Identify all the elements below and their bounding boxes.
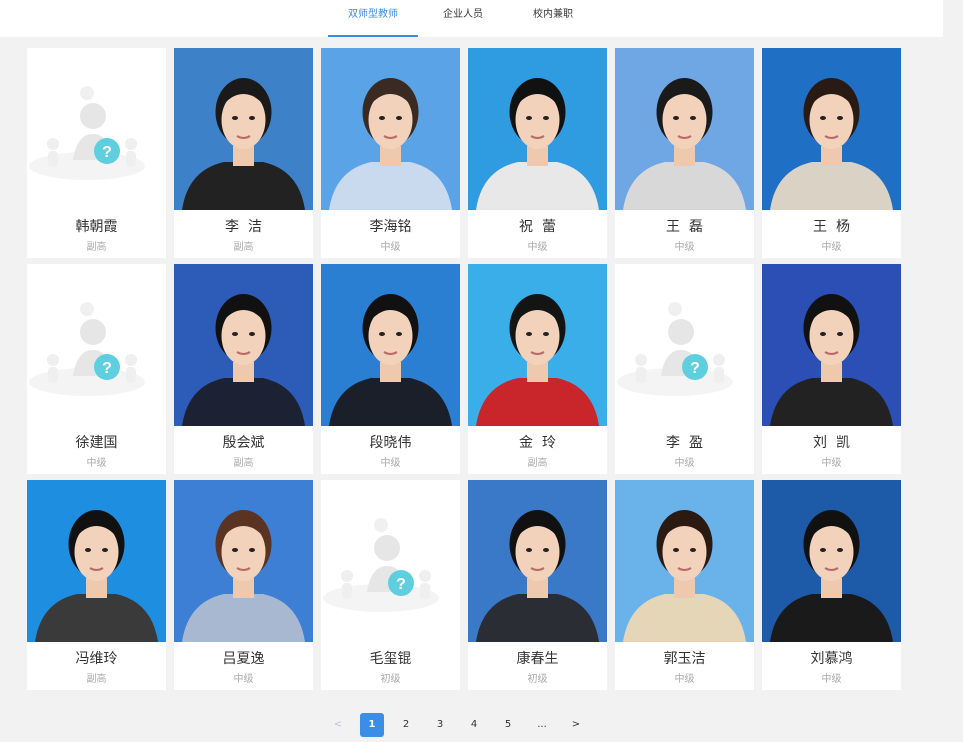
teacher-title-level: 副高 xyxy=(233,458,254,469)
teacher-card[interactable]: 段晓伟 中级 xyxy=(321,264,460,474)
page-2-button[interactable]: 2 xyxy=(394,713,418,737)
teacher-card[interactable]: 吕夏逸 中级 xyxy=(174,480,313,690)
teacher-card[interactable]: 金 玲副高 xyxy=(468,264,607,474)
teacher-name: 金 玲 xyxy=(519,435,556,451)
teacher-title-level: 中级 xyxy=(527,242,548,253)
teacher-photo xyxy=(615,480,754,642)
more-pages-ellipsis[interactable]: ... xyxy=(530,713,554,737)
teacher-title-level: 中级 xyxy=(821,458,842,469)
teacher-photo xyxy=(615,48,754,210)
teacher-title-level: 中级 xyxy=(821,674,842,685)
teacher-name: 殷会斌 xyxy=(222,435,265,451)
teacher-name: 康春生 xyxy=(516,651,559,667)
page-4-button[interactable]: 4 xyxy=(462,713,486,737)
teacher-name: 韩朝霞 xyxy=(75,219,118,235)
category-tab-bar: 双师型教师 企业人员 校内兼职 xyxy=(0,0,943,37)
teacher-photo xyxy=(174,48,313,210)
teacher-photo xyxy=(174,480,313,642)
teacher-card[interactable]: 祝 蕾中级 xyxy=(468,48,607,258)
teacher-title-level: 副高 xyxy=(86,674,107,685)
teacher-title-level: 副高 xyxy=(233,242,254,253)
teacher-name: 王 杨 xyxy=(813,219,850,235)
teacher-card[interactable]: 王 磊中级 xyxy=(615,48,754,258)
teacher-title-level: 中级 xyxy=(674,458,695,469)
teacher-name: 吕夏逸 xyxy=(222,651,265,667)
teacher-photo xyxy=(468,48,607,210)
teacher-photo xyxy=(762,480,901,642)
page-5-button[interactable]: 5 xyxy=(496,713,520,737)
teacher-name: 李海铭 xyxy=(369,219,412,235)
teacher-photo xyxy=(321,48,460,210)
teacher-name: 李 洁 xyxy=(225,219,262,235)
teacher-card[interactable]: 刘慕鸿 中级 xyxy=(762,480,901,690)
teacher-name: 祝 蕾 xyxy=(519,219,556,235)
teacher-photo xyxy=(762,48,901,210)
teacher-title-level: 初级 xyxy=(380,674,401,685)
tab-dual-qualified-teachers[interactable]: 双师型教师 xyxy=(328,0,418,37)
tab-on-campus-part-time[interactable]: 校内兼职 xyxy=(508,0,598,37)
placeholder-avatar-icon: ? xyxy=(27,48,166,210)
svg-text:?: ? xyxy=(396,576,406,593)
teacher-card[interactable]: 刘 凯中级 xyxy=(762,264,901,474)
teacher-card[interactable]: ? 毛玺锟初级 xyxy=(321,480,460,690)
teacher-name: 刘 凯 xyxy=(813,435,850,451)
placeholder-avatar-icon: ? xyxy=(27,264,166,426)
svg-text:?: ? xyxy=(690,360,700,377)
teacher-card[interactable]: 冯维玲 副高 xyxy=(27,480,166,690)
teacher-name: 李 盈 xyxy=(666,435,703,451)
teacher-title-level: 中级 xyxy=(380,242,401,253)
teacher-card[interactable]: 康春生 初级 xyxy=(468,480,607,690)
teacher-name: 毛玺锟 xyxy=(369,651,412,667)
teacher-card[interactable]: 王 杨中级 xyxy=(762,48,901,258)
prev-page-button[interactable]: < xyxy=(326,713,350,737)
teacher-title-level: 中级 xyxy=(674,674,695,685)
teacher-title-level: 中级 xyxy=(380,458,401,469)
teacher-title-level: 初级 xyxy=(527,674,548,685)
teacher-title-level: 中级 xyxy=(674,242,695,253)
tab-enterprise-staff[interactable]: 企业人员 xyxy=(418,0,508,37)
teacher-photo xyxy=(27,480,166,642)
svg-text:?: ? xyxy=(102,144,112,161)
teacher-card[interactable]: ? 徐建国中级 xyxy=(27,264,166,474)
teacher-title-level: 副高 xyxy=(86,242,107,253)
pagination: < 1 2 3 4 5 ... > xyxy=(326,713,598,737)
teacher-card[interactable]: ? 韩朝霞副高 xyxy=(27,48,166,258)
teacher-photo xyxy=(174,264,313,426)
teacher-name: 郭玉洁 xyxy=(663,651,706,667)
teacher-card[interactable]: 李海铭 中级 xyxy=(321,48,460,258)
svg-text:?: ? xyxy=(102,360,112,377)
teacher-title-level: 中级 xyxy=(821,242,842,253)
teacher-card[interactable]: 李 洁副高 xyxy=(174,48,313,258)
teacher-name: 段晓伟 xyxy=(369,435,412,451)
teacher-title-level: 中级 xyxy=(233,674,254,685)
teacher-name: 王 磊 xyxy=(666,219,703,235)
placeholder-avatar-icon: ? xyxy=(615,264,754,426)
page-3-button[interactable]: 3 xyxy=(428,713,452,737)
next-page-button[interactable]: > xyxy=(564,713,588,737)
teacher-card[interactable]: ? 李 盈中级 xyxy=(615,264,754,474)
teacher-photo xyxy=(468,480,607,642)
teacher-grid: ? 韩朝霞副高 李 洁副高 李海铭中级 祝 蕾中级 王 磊中级 王 杨中级 xyxy=(27,48,901,690)
teacher-photo xyxy=(321,264,460,426)
teacher-card[interactable]: 郭玉洁 中级 xyxy=(615,480,754,690)
teacher-name: 徐建国 xyxy=(75,435,118,451)
teacher-card[interactable]: 殷会斌 副高 xyxy=(174,264,313,474)
teacher-name: 冯维玲 xyxy=(75,651,118,667)
teacher-photo xyxy=(468,264,607,426)
teacher-name: 刘慕鸿 xyxy=(810,651,853,667)
page-1-button[interactable]: 1 xyxy=(360,713,384,737)
teacher-photo xyxy=(762,264,901,426)
placeholder-avatar-icon: ? xyxy=(321,480,460,642)
teacher-title-level: 副高 xyxy=(527,458,548,469)
teacher-title-level: 中级 xyxy=(86,458,107,469)
